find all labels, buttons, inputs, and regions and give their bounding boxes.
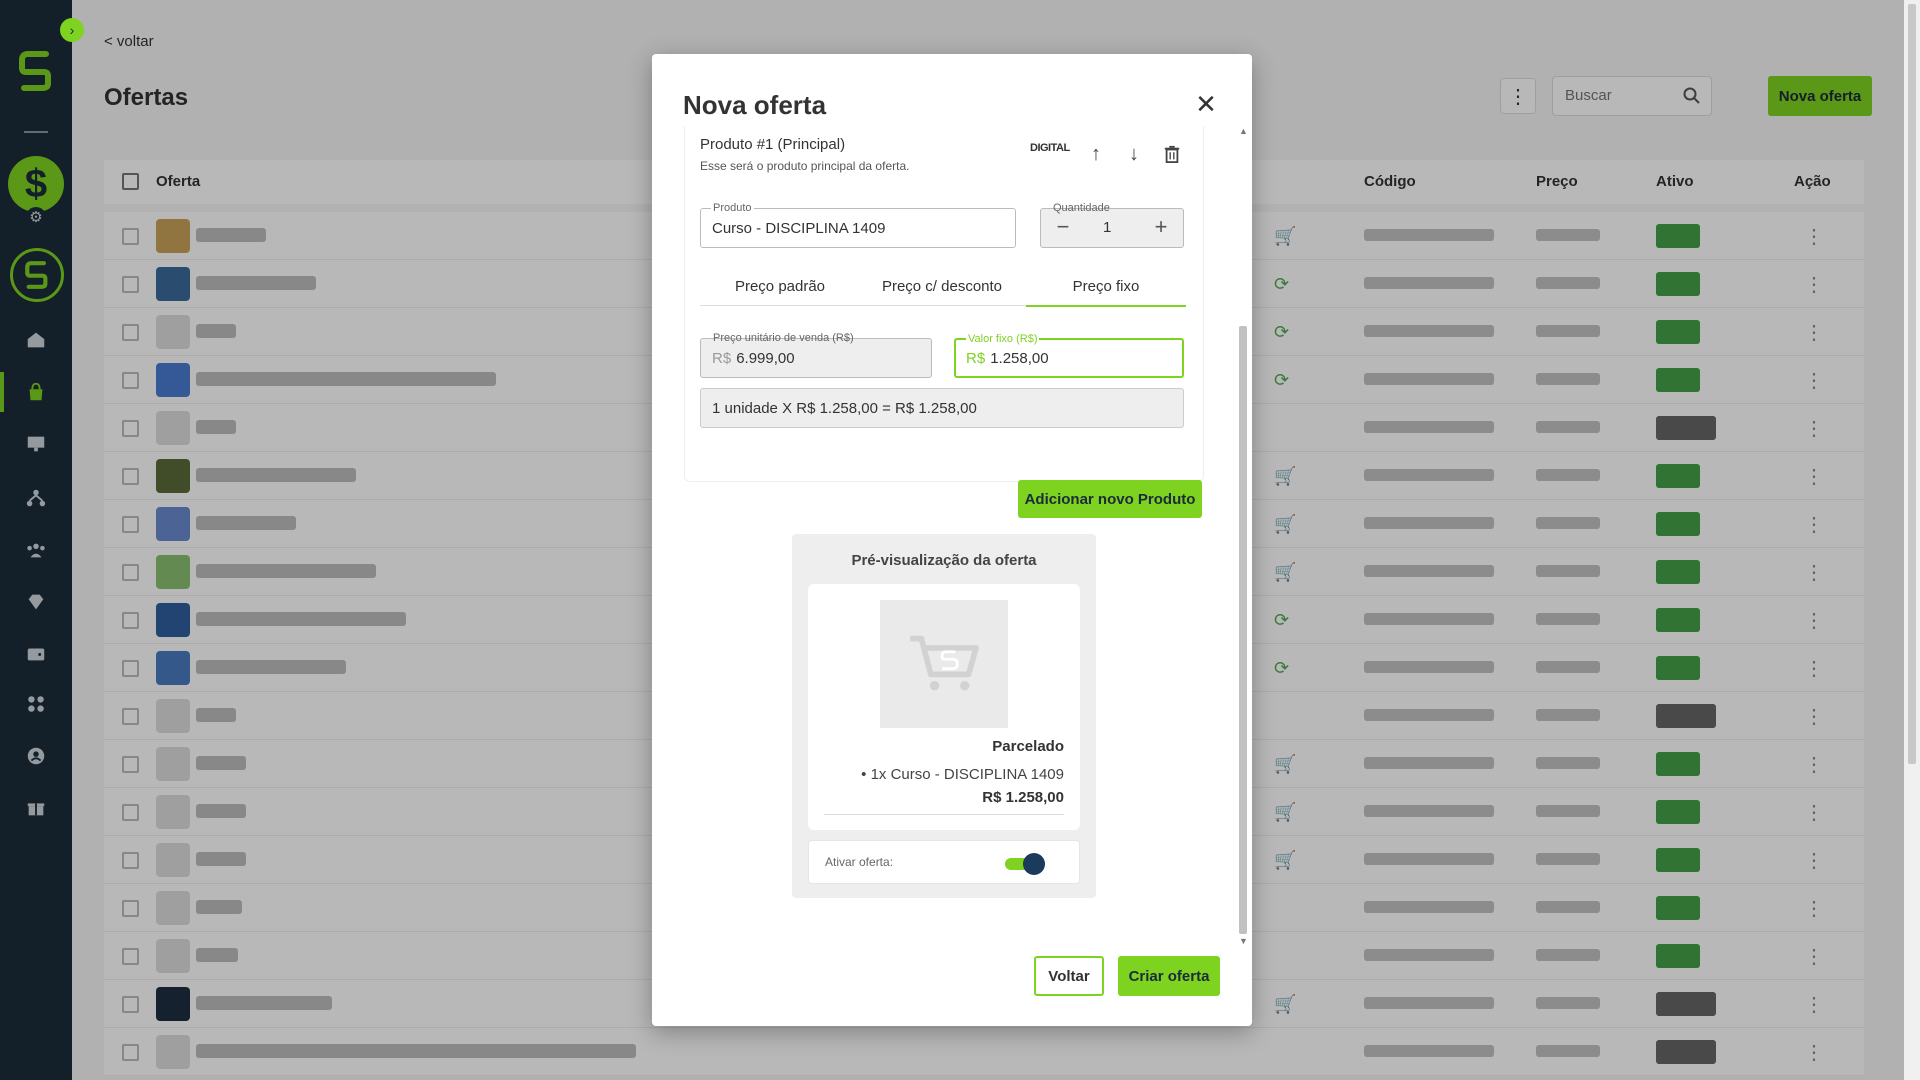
add-product-button[interactable]: Adicionar novo Produto xyxy=(1018,480,1202,518)
preview-title: Pré-visualização da oferta xyxy=(851,552,1037,569)
tab-standard-price[interactable]: Preço padrão xyxy=(700,278,860,295)
toggle-knob[interactable] xyxy=(1023,853,1045,875)
unit-price-value-wrap: R$ 6.999,00 xyxy=(712,350,795,367)
preview-offer-item: • 1x Curso - DISCIPLINA 1409 xyxy=(861,766,1064,783)
minus-icon[interactable]: − xyxy=(1051,214,1075,239)
page-scrollbar-thumb[interactable] xyxy=(1908,4,1916,764)
price-summary: 1 unidade X R$ 1.258,00 = R$ 1.258,00 xyxy=(700,388,1184,428)
activate-offer-toggle[interactable] xyxy=(1005,853,1045,875)
modal-scrollbar-thumb[interactable] xyxy=(1239,326,1247,934)
preview-offer-price: R$ 1.258,00 xyxy=(982,789,1064,806)
scroll-down-icon[interactable]: ▼ xyxy=(1239,936,1248,946)
tab-fixed-price[interactable]: Preço fixo xyxy=(1026,278,1186,307)
quantity-stepper[interactable]: Quantidade − 1 + xyxy=(1040,202,1184,248)
modal-title: Nova oferta xyxy=(683,90,827,120)
new-offer-modal: Nova oferta ✕ Produto #1 (Principal) Ess… xyxy=(652,54,1252,1026)
plus-icon[interactable]: + xyxy=(1149,214,1173,239)
trash-icon[interactable] xyxy=(1160,142,1184,166)
create-offer-button[interactable]: Criar oferta xyxy=(1118,956,1220,996)
unit-price-value: 6.999,00 xyxy=(736,350,795,367)
activate-offer-label: Ativar oferta: xyxy=(825,855,894,869)
activate-offer-row: Ativar oferta: xyxy=(808,840,1080,884)
back-button[interactable]: Voltar xyxy=(1034,956,1104,996)
quantity-label: Quantidade xyxy=(1053,202,1110,214)
close-icon[interactable]: ✕ xyxy=(1192,89,1220,119)
modal-content: Produto #1 (Principal) Esse será o produ… xyxy=(652,126,1252,998)
fixed-price-prefix: R$ xyxy=(966,350,986,367)
price-summary-text: 1 unidade X R$ 1.258,00 = R$ 1.258,00 xyxy=(712,400,977,417)
product-field-label: Produto xyxy=(711,202,754,214)
product-subtitle: Esse será o produto principal da oferta. xyxy=(700,159,910,173)
arrow-up-icon[interactable]: ↑ xyxy=(1084,142,1108,166)
scroll-up-icon[interactable]: ▲ xyxy=(1239,126,1248,136)
page-scrollbar[interactable] xyxy=(1904,0,1920,1080)
fixed-price-input[interactable]: Valor fixo (R$) R$ 1.258,00 xyxy=(954,333,1184,378)
offer-preview: Pré-visualização da oferta Parcelado • 1… xyxy=(792,534,1096,898)
preview-card: Parcelado • 1x Curso - DISCIPLINA 1409 R… xyxy=(808,584,1080,830)
unit-price-field: Preço unitário de venda (R$) R$ 6.999,00 xyxy=(700,332,932,378)
preview-offer-name: Parcelado xyxy=(992,738,1064,755)
product-field-value[interactable]: Curso - DISCIPLINA 1409 xyxy=(712,220,885,237)
unit-price-prefix: R$ xyxy=(712,350,732,367)
sidebar-expand-button[interactable]: › xyxy=(60,18,84,42)
quantity-value[interactable]: 1 xyxy=(1103,219,1111,236)
fixed-price-label: Valor fixo (R$) xyxy=(966,333,1040,345)
product-field[interactable]: Produto Curso - DISCIPLINA 1409 xyxy=(700,202,1016,248)
unit-price-label: Preço unitário de venda (R$) xyxy=(713,332,854,344)
modal-scrollbar[interactable]: ▲ ▼ xyxy=(1236,126,1250,946)
preview-divider xyxy=(824,814,1064,815)
product-title: Produto #1 (Principal) xyxy=(700,136,846,153)
arrow-down-icon[interactable]: ↓ xyxy=(1122,142,1146,166)
digital-tag: DIGITAL xyxy=(1030,142,1070,154)
price-tabs: Preço padrão Preço c/ desconto Preço fix… xyxy=(700,270,1186,307)
fixed-price-value[interactable]: 1.258,00 xyxy=(990,350,1048,367)
tab-discount-price[interactable]: Preço c/ desconto xyxy=(862,278,1022,295)
cart-placeholder-icon xyxy=(880,600,1008,728)
fixed-price-value-wrap[interactable]: R$ 1.258,00 xyxy=(966,350,1049,367)
